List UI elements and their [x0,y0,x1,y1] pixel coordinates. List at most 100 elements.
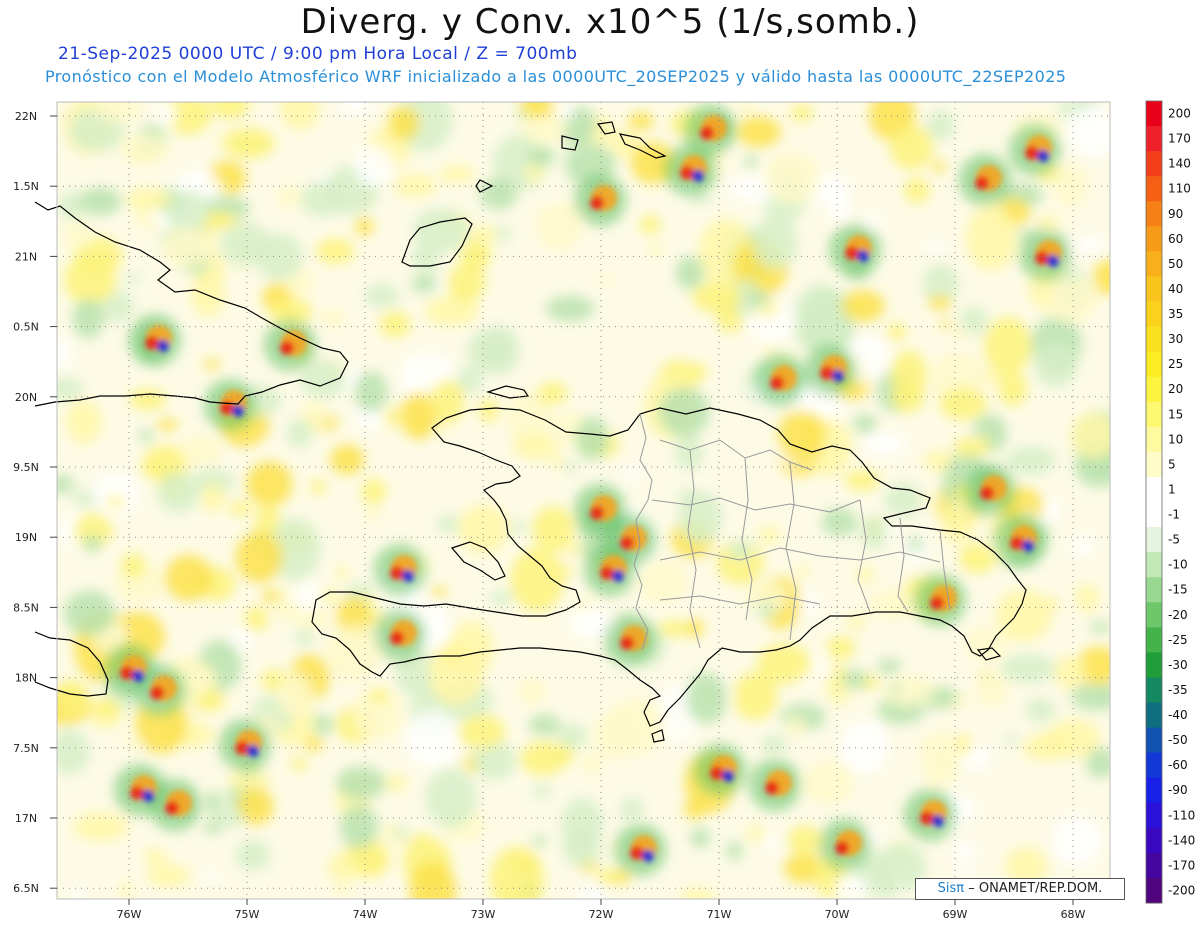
divergence-peak [620,636,634,650]
field-blob [479,398,499,422]
colorbar-label: -25 [1168,633,1188,647]
field-blob [928,294,952,310]
colorbar-label: -200 [1168,883,1195,897]
field-blob [556,723,588,749]
colorbar-swatch [1146,752,1162,779]
field-blob [364,503,382,521]
field-blob [431,587,447,597]
colorbar-label: 170 [1168,132,1191,146]
field-blob [429,379,465,424]
field-blob [841,290,885,323]
field-blob [272,597,298,617]
field-blob [406,710,459,768]
divergence-peak [280,341,294,355]
field-blob [627,112,655,131]
lat-tick-label: 1.5N [13,180,39,193]
field-blob [330,444,365,475]
colorbar-swatch [1146,351,1162,378]
colorbar-label: -10 [1168,558,1188,572]
field-blob [66,399,102,444]
field-blob [1075,583,1099,613]
field-blob [998,371,1028,407]
field-blob [853,414,877,434]
field-blob [1003,735,1019,745]
colorbar-label: -40 [1168,708,1188,722]
field-blob [1054,656,1086,690]
field-blob [333,874,352,897]
divergence-peak [590,196,604,210]
colorbar-label: 10 [1168,432,1183,446]
field-blob [640,215,661,235]
field-blob [203,211,233,229]
divergence-peak [975,176,989,190]
field-blob [289,758,309,770]
divergence-peak [765,781,779,795]
field-blob [648,245,664,255]
convergence-peak [722,770,734,782]
field-blob [537,382,568,405]
field-blob [827,330,854,345]
field-blob [884,482,922,518]
field-blob [528,714,561,736]
field-blob [821,508,858,537]
field-blob [953,841,976,863]
field-blob [428,641,484,707]
field-blob [545,296,595,322]
field-blob [764,152,820,205]
divergence-peak [630,846,644,860]
divergence-peak [145,336,159,350]
lat-tick-label: 7.5N [13,742,39,755]
colorbar-label: 25 [1168,357,1183,371]
colorbar-swatch [1146,502,1162,528]
colorbar-label: 5 [1168,457,1176,471]
lat-tick-label: 19N [15,531,37,544]
colorbar-label: -20 [1168,608,1188,622]
field-blob [106,495,124,509]
field-blob [691,281,742,313]
field-blob [555,102,575,119]
field-blob [726,841,743,860]
lon-tick-label: 74W [353,908,378,921]
field-blob [785,715,807,737]
field-blob [229,501,252,516]
colorbar-label: -90 [1168,783,1188,797]
field-blob [685,673,727,724]
field-blob [1046,278,1099,324]
colorbar-swatch [1146,176,1162,202]
field-blob [126,187,173,211]
field-blob [72,298,105,339]
field-blob [472,244,492,261]
field-blob [834,876,869,898]
field-blob [524,164,544,182]
field-blob [863,431,907,456]
field-blob [409,860,457,899]
divergence-peak [700,126,714,140]
lat-tick-label: 0.5N [13,321,39,334]
field-blob [692,362,707,380]
field-blob [759,837,780,848]
field-blob [920,731,962,770]
field-blob [93,698,119,718]
field-blob [458,714,506,749]
lat-tick-label: 18N [15,672,37,685]
field-blob [128,388,167,410]
field-blob [940,500,976,545]
convergence-peak [142,790,154,802]
colorbar-label: 200 [1168,107,1191,121]
field-blob [141,460,162,476]
colorbar-swatch [1146,877,1162,904]
lat-tick-label: 21N [15,250,37,263]
field-blob [847,614,866,631]
field-blob [122,736,143,749]
colorbar-swatch [1146,727,1162,754]
field-blob [939,320,953,329]
field-blob [887,322,906,341]
field-blob [1070,412,1110,460]
colorbar-swatch [1146,451,1162,478]
colorbar-swatch [1146,702,1162,729]
lat-tick-label: 9.5N [13,461,39,474]
field-blob [354,145,394,187]
lon-tick-label: 73W [471,908,496,921]
field-blob [959,543,996,574]
field-blob [361,478,387,505]
